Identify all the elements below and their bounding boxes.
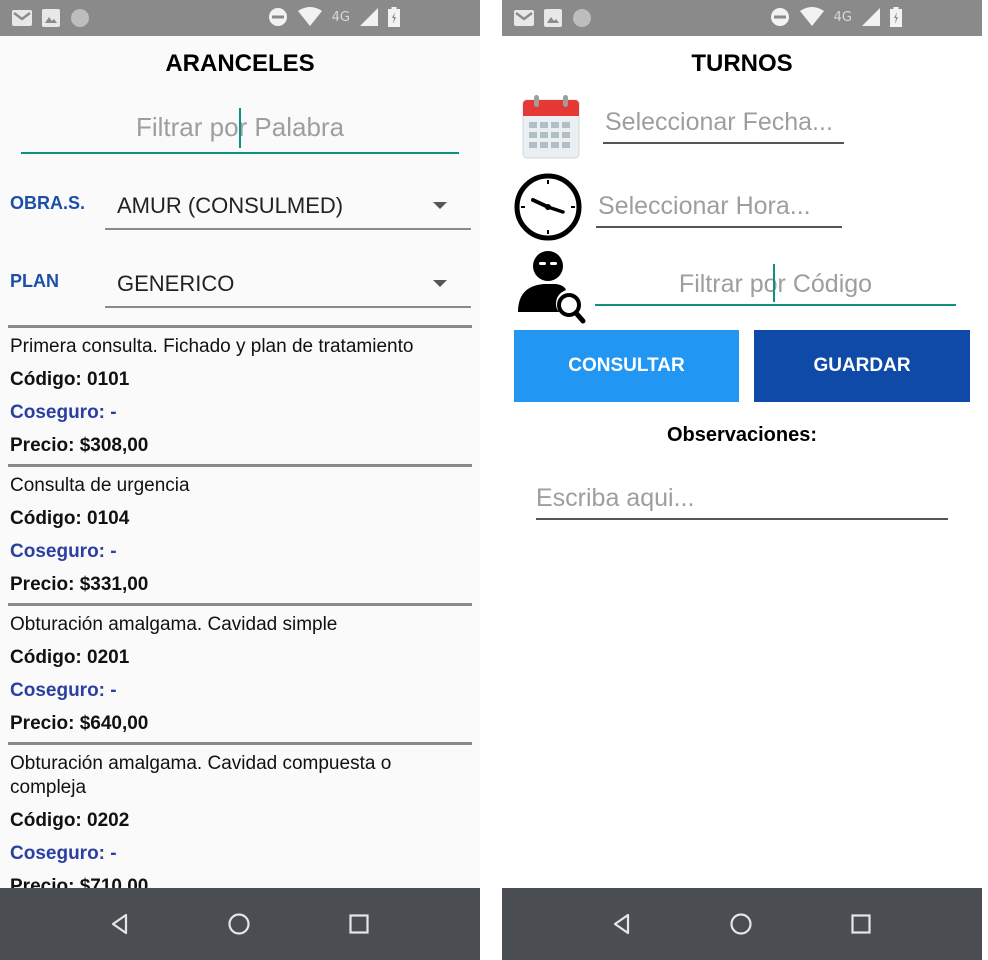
text-cursor: [239, 108, 241, 148]
battery-icon: [890, 7, 902, 27]
dnd-icon: [268, 7, 288, 27]
navigation-bar: [0, 888, 480, 960]
gmail-icon: [514, 10, 534, 26]
calendar-icon[interactable]: [522, 94, 580, 165]
gmail-icon: [12, 10, 32, 26]
observaciones-input[interactable]: Escriba aqui...: [536, 476, 948, 520]
item-price: Precio: $331,00: [10, 574, 149, 595]
circle-icon: [572, 8, 592, 28]
signal-icon: [360, 8, 378, 26]
item-coseguro: Coseguro: -: [10, 843, 117, 864]
network-type: 4G: [331, 9, 350, 25]
obra-social-select[interactable]: AMUR (CONSULMED): [105, 182, 471, 230]
page-title: ARANCELES: [165, 50, 315, 77]
network-type: 4G: [833, 9, 852, 25]
item-code: Código: 0101: [10, 369, 130, 390]
item-coseguro: Coseguro: -: [10, 541, 117, 562]
list-item[interactable]: Obturación amalgama. Cavidad simple Códi…: [8, 603, 472, 742]
item-description: Obturación amalgama. Cavidad compuesta o…: [10, 753, 392, 798]
item-code: Código: 0201: [10, 647, 130, 668]
plan-label: PLAN: [10, 271, 59, 291]
observaciones-placeholder: Escriba aqui...: [536, 484, 695, 512]
back-icon[interactable]: [108, 912, 132, 936]
item-coseguro: Coseguro: -: [10, 402, 117, 423]
item-description: Consulta de urgencia: [10, 475, 190, 496]
dropdown-arrow-icon: [433, 202, 447, 209]
recents-icon[interactable]: [849, 912, 873, 936]
item-code: Código: 0104: [10, 508, 130, 529]
item-price: Precio: $640,00: [10, 713, 149, 734]
item-code: Código: 0202: [10, 810, 130, 831]
status-bar: 4G: [0, 0, 480, 36]
user-search-icon[interactable]: [516, 250, 586, 329]
plan-value: GENERICO: [117, 271, 235, 296]
item-description: Obturación amalgama. Cavidad simple: [10, 614, 338, 635]
plan-select[interactable]: GENERICO: [105, 260, 471, 308]
list-item[interactable]: Consulta de urgencia Código: 0104 Cosegu…: [8, 464, 472, 603]
home-icon[interactable]: [729, 912, 753, 936]
consultar-button[interactable]: CONSULTAR: [514, 330, 739, 402]
image-icon: [42, 9, 60, 27]
dropdown-arrow-icon: [433, 280, 447, 287]
battery-icon: [388, 7, 400, 27]
aranceles-list: Primera consulta. Fichado y plan de trat…: [8, 325, 472, 908]
status-bar: 4G: [502, 0, 982, 36]
home-icon[interactable]: [227, 912, 251, 936]
item-description: Primera consulta. Fichado y plan de trat…: [10, 336, 414, 357]
date-placeholder: Seleccionar Fecha...: [605, 108, 833, 136]
filter-word-input[interactable]: Filtrar por Palabra: [21, 106, 459, 154]
obra-social-value: AMUR (CONSULMED): [117, 193, 344, 218]
filter-code-placeholder: Filtrar por Código: [678, 270, 873, 298]
guardar-button[interactable]: GUARDAR: [754, 330, 970, 402]
time-field[interactable]: Seleccionar Hora...: [596, 184, 842, 228]
item-coseguro: Coseguro: -: [10, 680, 117, 701]
recents-icon[interactable]: [347, 912, 371, 936]
list-item[interactable]: Primera consulta. Fichado y plan de trat…: [8, 325, 472, 464]
back-icon[interactable]: [610, 912, 634, 936]
navigation-bar: [502, 888, 982, 960]
turnos-screen: 4G TURNOS Seleccionar Fecha... Seleccion…: [502, 0, 982, 960]
observaciones-label: Observaciones:: [666, 424, 818, 446]
page-title: TURNOS: [691, 50, 793, 77]
obra-social-label: OBRA.S.: [10, 193, 86, 213]
wifi-icon: [297, 7, 322, 27]
clock-icon[interactable]: [513, 172, 583, 247]
date-field[interactable]: Seleccionar Fecha...: [603, 100, 844, 144]
circle-icon: [70, 8, 90, 28]
list-item[interactable]: Obturación amalgama. Cavidad compuesta o…: [8, 742, 472, 905]
aranceles-screen: 4G ARANCELES Filtrar por Palabra OBRA.S.…: [0, 0, 480, 960]
dnd-icon: [770, 7, 790, 27]
item-price: Precio: $308,00: [10, 435, 149, 456]
filter-code-input[interactable]: Filtrar por Código: [595, 262, 956, 306]
signal-icon: [862, 8, 880, 26]
image-icon: [544, 9, 562, 27]
wifi-icon: [799, 7, 824, 27]
text-cursor: [773, 264, 775, 302]
time-placeholder: Seleccionar Hora...: [598, 192, 811, 220]
